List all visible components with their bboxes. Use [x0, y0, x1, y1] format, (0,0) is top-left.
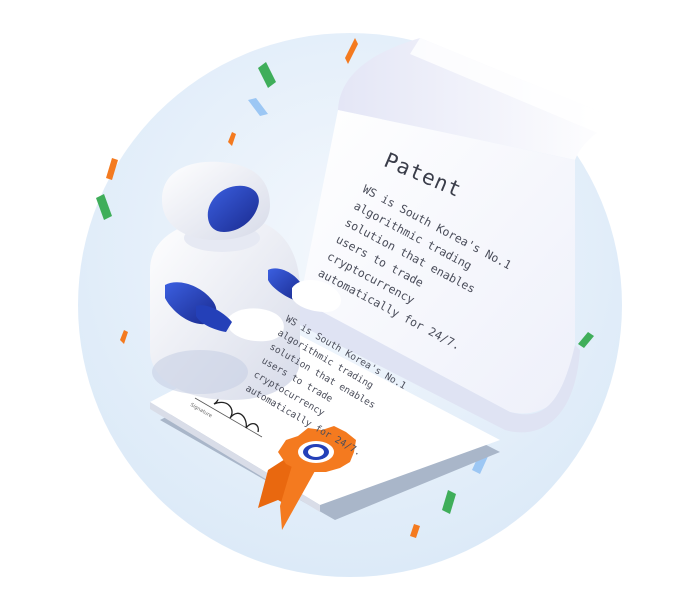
patent-illustration: Patent WS is South Korea's No.1 algorith… — [0, 0, 700, 600]
seal-center — [308, 447, 324, 457]
robot-base-shadow — [152, 350, 248, 394]
